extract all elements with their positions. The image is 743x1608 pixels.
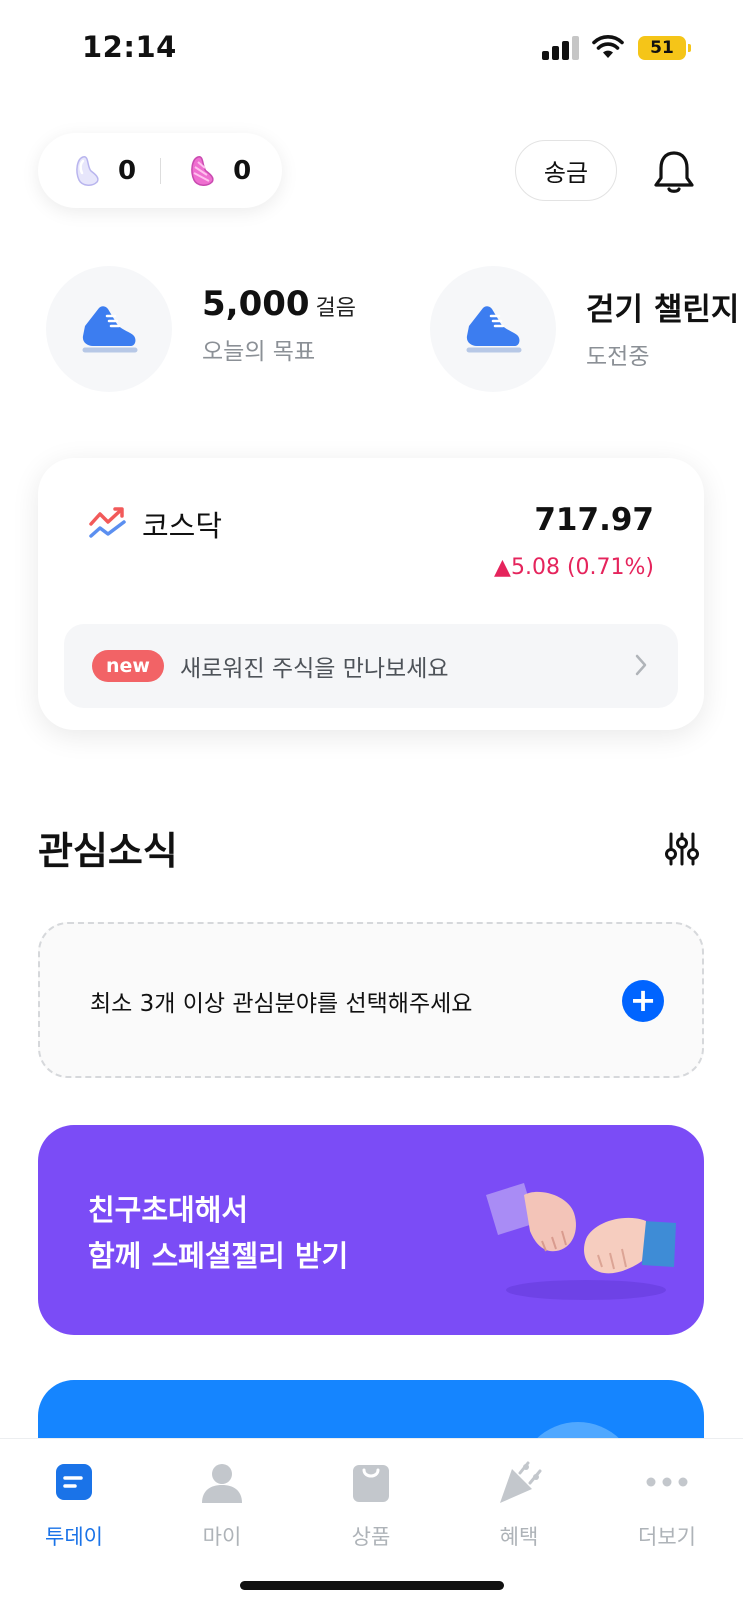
invite-banner-line2: 함께 스페셜젤리 받기 xyxy=(88,1239,349,1273)
home-indicator xyxy=(240,1581,504,1590)
tab-products[interactable]: 상품 xyxy=(311,1459,431,1551)
new-stock-banner[interactable]: new 새로워진 주식을 만나보세요 xyxy=(64,624,678,708)
sneaker-icon xyxy=(82,306,138,353)
step-goal-value: 5,000 xyxy=(202,284,310,324)
invite-friends-banner[interactable]: 친구초대해서 함께 스페셜젤리 받기 xyxy=(38,1125,704,1335)
tab-label: 혜택 xyxy=(499,1525,539,1549)
notification-bell-icon[interactable] xyxy=(650,148,698,196)
send-money-button[interactable]: 송금 xyxy=(515,140,617,201)
sneaker-icon xyxy=(466,306,522,353)
filter-settings-icon[interactable] xyxy=(665,832,699,866)
basic-jelly-icon xyxy=(76,155,99,186)
challenge-icon-circle xyxy=(430,266,556,392)
challenge-title: 걷기 챌린지 xyxy=(586,292,740,328)
new-stock-banner-text: 새로워진 주식을 만나보세요 xyxy=(179,656,449,682)
invite-banner-line1: 친구초대해서 xyxy=(88,1193,249,1227)
status-time: 12:14 xyxy=(82,30,177,64)
tab-my[interactable]: 마이 xyxy=(162,1459,282,1551)
daily-step-goal[interactable]: 5,000 걸음 오늘의 목표 xyxy=(46,266,376,392)
cellular-signal-icon xyxy=(542,36,580,60)
step-goal-text: 5,000 걸음 오늘의 목표 xyxy=(202,284,356,366)
shopping-bag-icon xyxy=(353,1465,389,1502)
walking-challenge[interactable]: 걷기 챌린지 도전중 xyxy=(430,266,743,392)
section-title-interests: 관심소식 xyxy=(38,829,178,873)
step-goal-unit: 걸음 xyxy=(315,296,357,321)
battery-indicator: 51 xyxy=(638,36,691,60)
more-dots-icon xyxy=(646,1477,688,1487)
challenge-status: 도전중 xyxy=(586,344,650,370)
select-interests-box[interactable]: 최소 3개 이상 관심분야를 선택해주세요 + xyxy=(38,922,704,1078)
add-interest-button[interactable]: + xyxy=(622,980,664,1022)
fist-bump-illustration xyxy=(486,1183,676,1300)
kosdaq-card[interactable]: 코스닥 717.97 ▲5.08 (0.71%) new 새로워진 주식을 만나… xyxy=(38,458,704,730)
basic-jelly-count: 0 xyxy=(118,155,137,186)
step-goal-label: 오늘의 목표 xyxy=(202,339,316,365)
special-jelly-icon xyxy=(191,155,214,186)
special-jelly-count: 0 xyxy=(233,155,252,186)
trend-chart-icon xyxy=(89,507,126,538)
step-goal-icon-circle xyxy=(46,266,172,392)
today-icon xyxy=(56,1464,92,1500)
new-badge: new xyxy=(92,650,164,682)
market-change: ▲5.08 (0.71%) xyxy=(494,555,654,580)
party-popper-icon xyxy=(500,1461,542,1503)
market-name: 코스닥 xyxy=(142,509,223,543)
tab-today[interactable]: 투데이 xyxy=(14,1459,134,1551)
jelly-balance-pill[interactable]: 0 0 xyxy=(38,133,282,208)
tab-more[interactable]: 더보기 xyxy=(607,1459,727,1551)
wifi-icon xyxy=(592,35,624,58)
chevron-right-icon xyxy=(635,654,647,676)
special-jelly: 0 xyxy=(189,155,251,187)
challenge-text: 걷기 챌린지 도전중 xyxy=(586,284,739,371)
tab-label: 더보기 xyxy=(638,1525,696,1549)
tab-label: 상품 xyxy=(351,1525,391,1549)
select-interests-prompt: 최소 3개 이상 관심분야를 선택해주세요 xyxy=(90,991,473,1017)
person-icon xyxy=(202,1464,242,1503)
tab-label: 투데이 xyxy=(45,1525,103,1549)
tab-label: 마이 xyxy=(202,1525,242,1549)
market-index-value: 717.97 xyxy=(534,502,654,538)
pill-divider xyxy=(160,157,162,184)
basic-jelly: 0 xyxy=(74,155,136,187)
status-bar: 12:14 51 xyxy=(0,0,743,100)
tab-benefits[interactable]: 혜택 xyxy=(459,1459,579,1551)
